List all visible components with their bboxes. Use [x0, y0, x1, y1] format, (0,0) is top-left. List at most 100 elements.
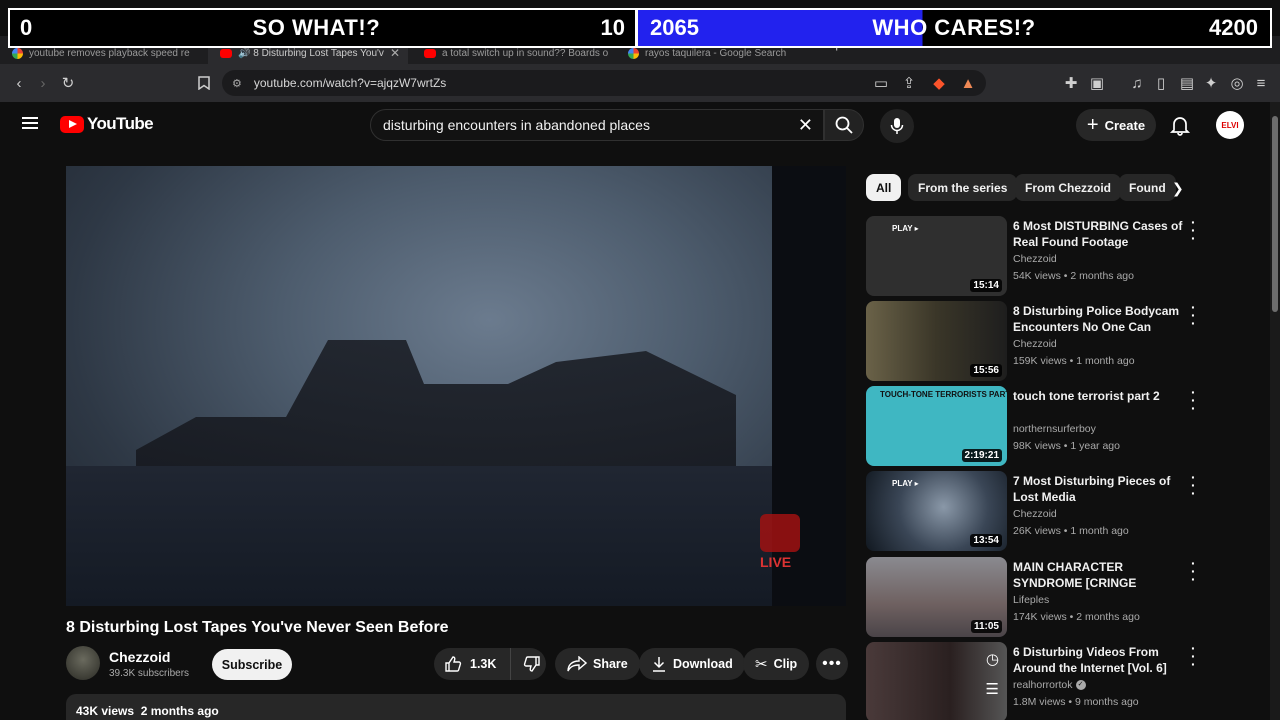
- wallet-icon[interactable]: ▤: [1176, 72, 1198, 94]
- voice-search-button[interactable]: [880, 109, 914, 143]
- recommendation-title[interactable]: 6 Most DISTURBING Cases of Real Found Fo…: [1013, 218, 1185, 250]
- more-vertical-icon[interactable]: · · ·: [1191, 556, 1196, 586]
- download-button[interactable]: Download: [639, 648, 745, 680]
- bookmark-icon[interactable]: [193, 72, 215, 94]
- subscriber-count: 39.3K subscribers: [109, 668, 190, 679]
- rewards-icon[interactable]: ▲: [957, 72, 979, 94]
- channel-name[interactable]: Chezzoid: [109, 649, 170, 665]
- forward-icon[interactable]: ›: [32, 72, 54, 94]
- video-thumbnail[interactable]: PLAY ▸ 13:54: [866, 471, 1007, 551]
- duration-badge: 11:05: [970, 620, 1002, 633]
- brave-shield-icon[interactable]: ◆: [928, 72, 950, 94]
- screenshot-icon[interactable]: ▣: [1086, 72, 1108, 94]
- watch-later-icon[interactable]: ◷: [986, 650, 999, 668]
- video-thumbnail[interactable]: ◷ ☰: [866, 642, 1007, 720]
- bell-icon: [1169, 117, 1191, 136]
- tab-label: 🔊 8 Disturbing Lost Tapes You'v: [238, 47, 384, 59]
- clear-search-icon[interactable]: ✕: [798, 115, 813, 136]
- menu-icon[interactable]: ≡: [1250, 72, 1272, 94]
- video-thumbnail[interactable]: TOUCH-TONE TERRORISTS PART 2 2:19:21: [866, 386, 1007, 466]
- extensions-icon[interactable]: ✚: [1060, 72, 1082, 94]
- duration-badge: 13:54: [970, 534, 1002, 547]
- clip-button[interactable]: ✂ Clip: [743, 648, 810, 680]
- chevron-right-icon[interactable]: ❯: [1172, 180, 1184, 197]
- site-info-icon[interactable]: ⚙: [232, 77, 242, 90]
- more-vertical-icon[interactable]: · · ·: [1191, 385, 1196, 415]
- recommendation-meta: 54K views • 2 months ago: [1013, 270, 1134, 282]
- microphone-icon: [890, 118, 904, 134]
- recommendation-item[interactable]: 15:56 8 Disturbing Police Bodycam Encoun…: [866, 300, 1226, 381]
- notifications-button[interactable]: [1168, 113, 1192, 137]
- recommendation-channel[interactable]: Chezzoid: [1013, 508, 1057, 520]
- page-scrollbar[interactable]: [1270, 102, 1280, 720]
- video-thumbnail[interactable]: 11:05: [866, 557, 1007, 637]
- video-player[interactable]: LIVE: [66, 166, 846, 606]
- leo-icon[interactable]: ✦: [1200, 72, 1222, 94]
- recommendation-channel[interactable]: realhorrortok ✓: [1013, 679, 1086, 691]
- sidebar-icon[interactable]: ▯: [1150, 72, 1172, 94]
- scissors-icon: ✂: [755, 656, 768, 673]
- search-input[interactable]: disturbing encounters in abandoned place…: [370, 109, 824, 141]
- chip-all[interactable]: All: [866, 174, 902, 201]
- dislike-button[interactable]: [517, 655, 546, 673]
- plus-icon: +: [1086, 113, 1099, 136]
- youtube-logo[interactable]: YouTube: [60, 114, 154, 134]
- cast-icon[interactable]: ▭: [870, 72, 892, 94]
- tab-label: youtube removes playback speed re: [29, 47, 190, 59]
- youtube-icon: [424, 48, 436, 58]
- chip-found[interactable]: Found: [1119, 174, 1176, 201]
- recommendation-title[interactable]: 7 Most Disturbing Pieces of Lost Media: [1013, 473, 1185, 505]
- more-vertical-icon[interactable]: · · ·: [1191, 641, 1196, 671]
- recommendation-meta: 159K views • 1 month ago: [1013, 355, 1135, 367]
- more-vertical-icon[interactable]: · · ·: [1191, 470, 1196, 500]
- left-title: SO WHAT!?: [252, 15, 381, 40]
- vpn-icon[interactable]: ◎: [1226, 72, 1248, 94]
- recommendation-title[interactable]: MAIN CHARACTER SYNDROME [CRINGE COMPILAT…: [1013, 559, 1185, 592]
- share-page-icon[interactable]: ⇪: [898, 72, 920, 94]
- recommendation-item[interactable]: PLAY ▸ 15:14 6 Most DISTURBING Cases of …: [866, 215, 1226, 296]
- recommendation-channel[interactable]: Lifeples: [1013, 594, 1049, 606]
- recommendation-title[interactable]: touch tone terrorist part 2: [1013, 388, 1185, 404]
- thumbs-down-icon: [523, 656, 540, 672]
- view-count: 43K views: [76, 704, 135, 718]
- recommendation-title[interactable]: 8 Disturbing Police Bodycam Encounters N…: [1013, 303, 1185, 336]
- recommendation-title[interactable]: 6 Disturbing Videos From Around the Inte…: [1013, 644, 1185, 676]
- like-button[interactable]: 1.3K: [434, 648, 511, 680]
- youtube-header: YouTube disturbing encounters in abandon…: [0, 102, 1280, 146]
- duration-badge: 15:14: [970, 279, 1002, 292]
- reload-icon[interactable]: ↻: [57, 72, 79, 94]
- media-icon[interactable]: ♫: [1126, 72, 1148, 94]
- filter-chips: All From the series From Chezzoid Found: [866, 174, 1196, 202]
- hamburger-icon[interactable]: [22, 117, 38, 129]
- close-tab-icon[interactable]: ✕: [390, 46, 400, 60]
- recommendation-channel[interactable]: Chezzoid: [1013, 338, 1057, 350]
- recommendation-item[interactable]: PLAY ▸ 13:54 7 Most Disturbing Pieces of…: [866, 470, 1226, 551]
- recommendation-channel[interactable]: Chezzoid: [1013, 253, 1057, 265]
- recommendation-item[interactable]: TOUCH-TONE TERRORISTS PART 2 2:19:21 tou…: [866, 385, 1226, 466]
- recommendation-item[interactable]: 11:05 MAIN CHARACTER SYNDROME [CRINGE CO…: [866, 556, 1226, 637]
- back-icon[interactable]: ‹: [8, 72, 30, 94]
- subscribe-button[interactable]: Subscribe: [212, 649, 292, 680]
- more-vertical-icon[interactable]: · · ·: [1191, 300, 1196, 330]
- chip-from-the-series[interactable]: From the series: [908, 174, 1018, 201]
- score-right-panel: 2065 WHO CARES!? 4200: [638, 10, 1270, 46]
- recommendation-item[interactable]: ◷ ☰ 6 Disturbing Videos From Around the …: [866, 641, 1226, 720]
- browser-toolbar: ‹ › ↻ ⚙ youtube.com/watch?v=ajqzW7wrtZs …: [0, 64, 1280, 102]
- description-box[interactable]: 43K views 2 months ago: [66, 694, 846, 720]
- account-avatar[interactable]: ELVI: [1216, 111, 1244, 139]
- scrollbar-thumb[interactable]: [1272, 116, 1278, 312]
- channel-avatar[interactable]: [66, 646, 100, 680]
- download-icon: [653, 657, 665, 672]
- add-to-queue-icon[interactable]: ☰: [986, 680, 999, 698]
- recommendation-channel[interactable]: northernsurferboy: [1013, 423, 1096, 435]
- share-button[interactable]: Share: [555, 648, 640, 680]
- like-dislike-group: 1.3K: [434, 648, 546, 680]
- video-thumbnail[interactable]: 15:56: [866, 301, 1007, 381]
- video-thumbnail[interactable]: PLAY ▸ 15:14: [866, 216, 1007, 296]
- create-button[interactable]: + Create: [1076, 109, 1156, 141]
- more-actions-button[interactable]: •••: [816, 648, 848, 680]
- chip-from-chezzoid[interactable]: From Chezzoid: [1015, 174, 1121, 201]
- more-vertical-icon[interactable]: · · ·: [1191, 215, 1196, 245]
- search-button[interactable]: [824, 109, 864, 141]
- video-frame[interactable]: [66, 166, 772, 606]
